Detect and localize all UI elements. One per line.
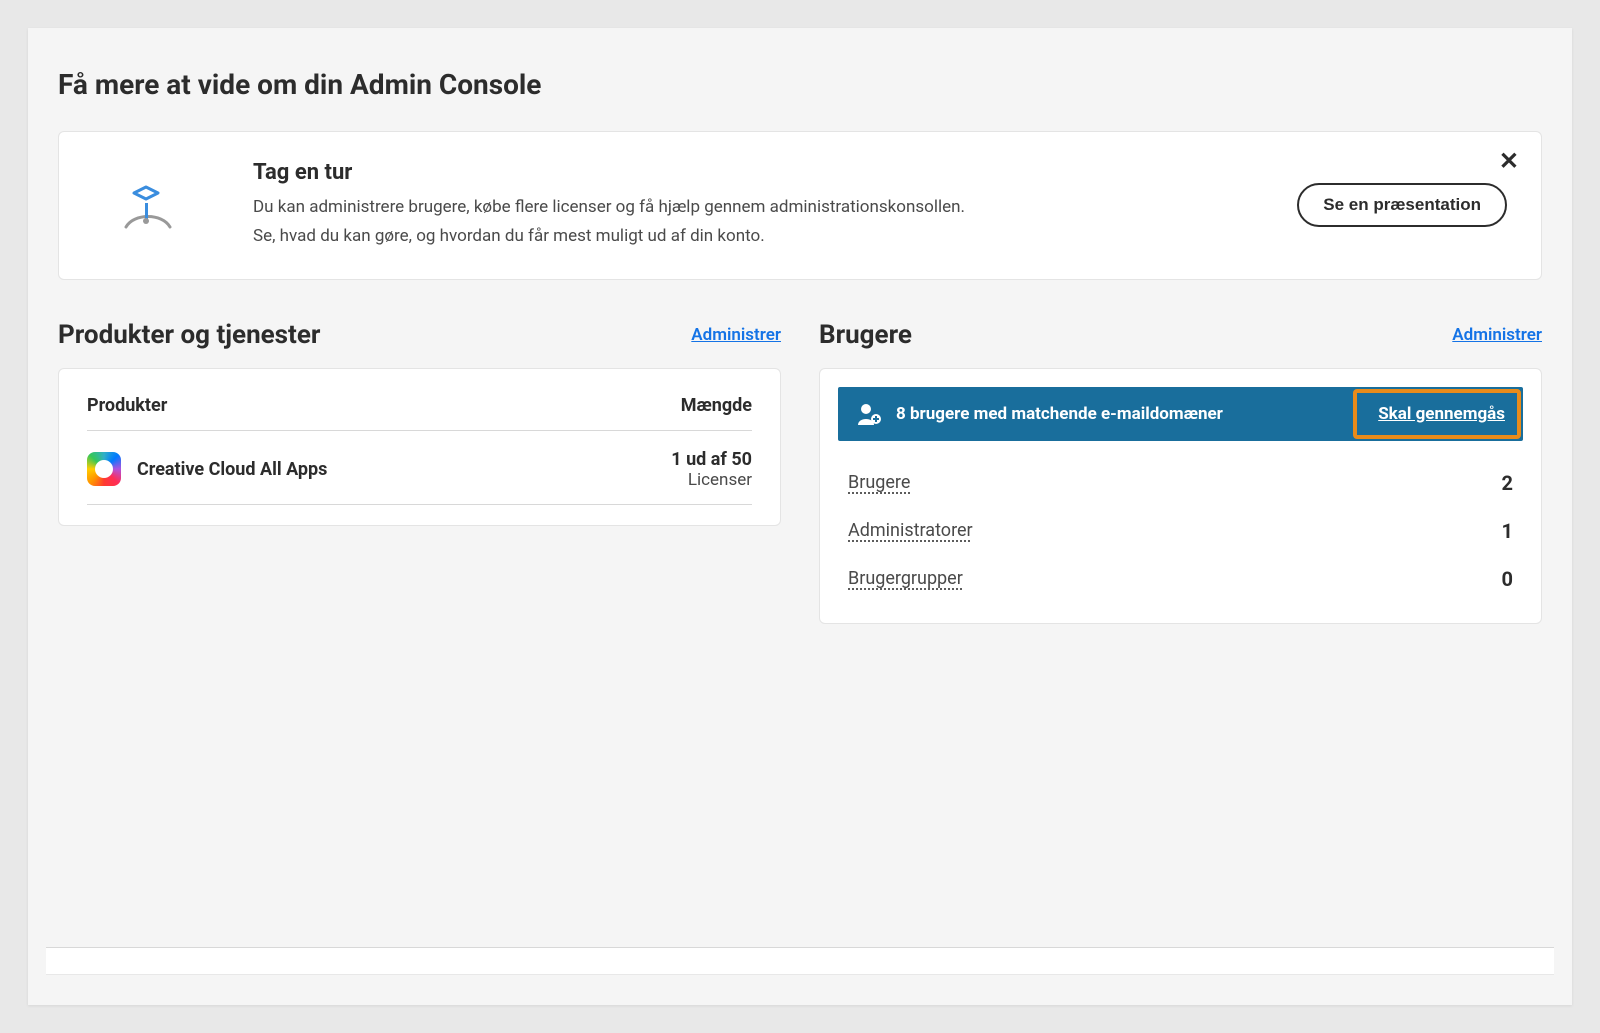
add-user-icon	[856, 401, 882, 427]
bottom-bar	[46, 947, 1554, 975]
products-card: Produkter Mængde Creative Cloud All Apps…	[58, 368, 781, 526]
products-table-header: Produkter Mængde	[87, 395, 752, 431]
product-quantity: 1 ud af 50 Licenser	[671, 449, 752, 490]
tour-title: Tag en tur	[253, 160, 1247, 185]
users-card: 8 brugere med matchende e-maildomæner Sk…	[819, 368, 1542, 624]
review-users-banner[interactable]: 8 brugere med matchende e-maildomæner Sk…	[838, 387, 1523, 441]
quantity-main: 1 ud af 50	[671, 449, 752, 470]
usergroups-count: 0	[1502, 567, 1513, 591]
usergroups-row[interactable]: Brugergrupper 0	[848, 555, 1513, 603]
users-count: 2	[1502, 471, 1513, 495]
dashboard-columns: Produkter og tjenester Administrer Produ…	[58, 320, 1542, 624]
close-icon[interactable]: ✕	[1499, 150, 1519, 174]
tour-description: Du kan administrere brugere, købe flere …	[253, 193, 1247, 251]
products-column: Produkter og tjenester Administrer Produ…	[58, 320, 781, 624]
product-info: Creative Cloud All Apps	[87, 452, 327, 486]
users-row[interactable]: Brugere 2	[848, 459, 1513, 507]
admin-console-panel: Få mere at vide om din Admin Console Tag…	[28, 28, 1572, 1005]
creative-cloud-icon	[87, 452, 121, 486]
tour-card: Tag en tur Du kan administrere brugere, …	[58, 131, 1542, 280]
users-title: Brugere	[819, 320, 912, 350]
review-link[interactable]: Skal gennemgås	[1378, 404, 1505, 424]
usergroups-label: Brugergrupper	[848, 568, 963, 589]
product-name: Creative Cloud All Apps	[137, 459, 327, 480]
administrators-row[interactable]: Administratorer 1	[848, 507, 1513, 555]
administrators-count: 1	[1502, 519, 1513, 543]
header-quantity: Mængde	[681, 395, 752, 416]
users-label: Brugere	[848, 472, 910, 493]
users-header: Brugere Administrer	[819, 320, 1542, 350]
administrators-label: Administratorer	[848, 520, 973, 541]
banner-text: 8 brugere med matchende e-maildomæner	[896, 404, 1364, 424]
product-row[interactable]: Creative Cloud All Apps 1 ud af 50 Licen…	[87, 431, 752, 505]
tour-illustration-icon	[93, 173, 203, 237]
users-administer-link[interactable]: Administrer	[1452, 325, 1542, 345]
see-presentation-button[interactable]: Se en præsentation	[1297, 183, 1507, 227]
products-administer-link[interactable]: Administrer	[691, 325, 781, 345]
products-header: Produkter og tjenester Administrer	[58, 320, 781, 350]
quantity-sub: Licenser	[671, 470, 752, 490]
products-title: Produkter og tjenester	[58, 320, 320, 350]
header-products: Produkter	[87, 395, 167, 416]
tour-text: Tag en tur Du kan administrere brugere, …	[253, 160, 1247, 251]
users-column: Brugere Administrer 8 brugere med matche…	[819, 320, 1542, 624]
page-title: Få mere at vide om din Admin Console	[58, 68, 1542, 101]
